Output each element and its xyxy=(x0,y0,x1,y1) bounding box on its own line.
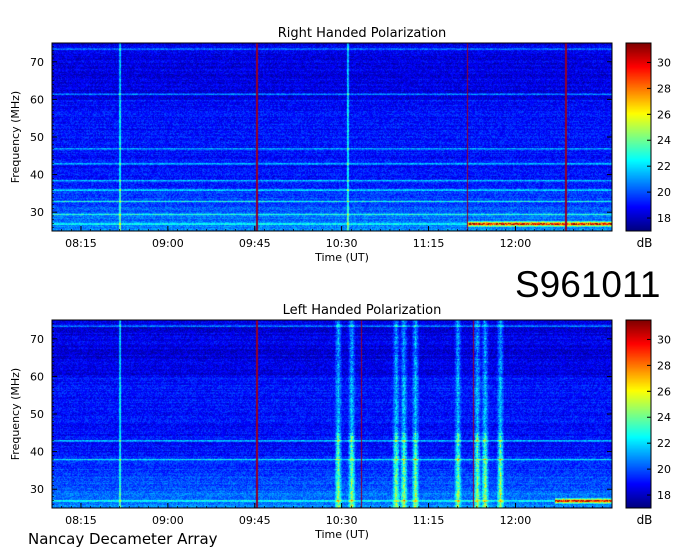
x-tick-label: 09:00 xyxy=(152,514,184,527)
x-axis-label: Time (UT) xyxy=(314,528,369,541)
y-tick-label: 40 xyxy=(30,446,44,459)
x-tick-label: 11:15 xyxy=(413,514,445,527)
y-axis-label: Frequency (MHz) xyxy=(9,368,22,460)
colorbar-tick-label: 30 xyxy=(657,56,671,69)
y-tick-label: 30 xyxy=(30,206,44,219)
y-tick-label: 70 xyxy=(30,333,44,346)
colorbar-tick-label: 28 xyxy=(657,82,671,95)
panel-right-polarization: Right Handed Polarization 30 40 50 60 70 08:15… xyxy=(9,26,671,264)
y-tick-label: 60 xyxy=(30,93,44,106)
spectrogram-image xyxy=(52,320,612,508)
colorbar-label: dB xyxy=(637,513,653,527)
x-tick-label: 09:45 xyxy=(239,237,271,250)
colorbar-tick-label: 26 xyxy=(657,108,671,121)
colorbar-label: dB xyxy=(637,236,653,250)
colorbar-tick-label: 18 xyxy=(657,212,671,225)
x-tick-label: 10:30 xyxy=(326,514,358,527)
colorbar-tick-label: 20 xyxy=(657,186,671,199)
spectrogram-image xyxy=(52,43,612,231)
x-axis-label: Time (UT) xyxy=(314,251,369,264)
colorbar-tick-label: 22 xyxy=(657,160,671,173)
colorbar xyxy=(626,43,651,231)
y-tick-label: 30 xyxy=(30,483,44,496)
x-tick-label: 11:15 xyxy=(413,237,445,250)
x-tick-label: 08:15 xyxy=(65,514,97,527)
y-tick-label: 50 xyxy=(30,131,44,144)
colorbar-tick-label: 30 xyxy=(657,333,671,346)
observation-id: S961011 xyxy=(515,264,661,305)
x-tick-label: 09:00 xyxy=(152,237,184,250)
colorbar-tick-label: 22 xyxy=(657,437,671,450)
colorbar-tick-label: 26 xyxy=(657,385,671,398)
colorbar-tick-label: 18 xyxy=(657,489,671,502)
y-tick-label: 70 xyxy=(30,56,44,69)
colorbar-tick-label: 24 xyxy=(657,411,671,424)
panel-left-polarization: Left Handed Polarization 30 40 50 60 70 08:15 0… xyxy=(9,303,671,541)
instrument-label: Nancay Decameter Array xyxy=(28,530,218,548)
panel-title: Right Handed Polarization xyxy=(278,26,447,41)
y-axis-label: Frequency (MHz) xyxy=(9,91,22,183)
colorbar-tick-label: 24 xyxy=(657,134,671,147)
colorbar xyxy=(626,320,651,508)
x-tick-label: 09:45 xyxy=(239,514,271,527)
colorbar-tick-label: 20 xyxy=(657,463,671,476)
colorbar-tick-label: 28 xyxy=(657,359,671,372)
y-tick-label: 60 xyxy=(30,370,44,383)
y-tick-label: 40 xyxy=(30,169,44,182)
y-tick-label: 50 xyxy=(30,408,44,421)
x-tick-label: 08:15 xyxy=(65,237,97,250)
x-tick-label: 12:00 xyxy=(500,237,532,250)
panel-title: Left Handed Polarization xyxy=(283,303,442,318)
x-tick-label: 10:30 xyxy=(326,237,358,250)
x-tick-label: 12:00 xyxy=(500,514,532,527)
